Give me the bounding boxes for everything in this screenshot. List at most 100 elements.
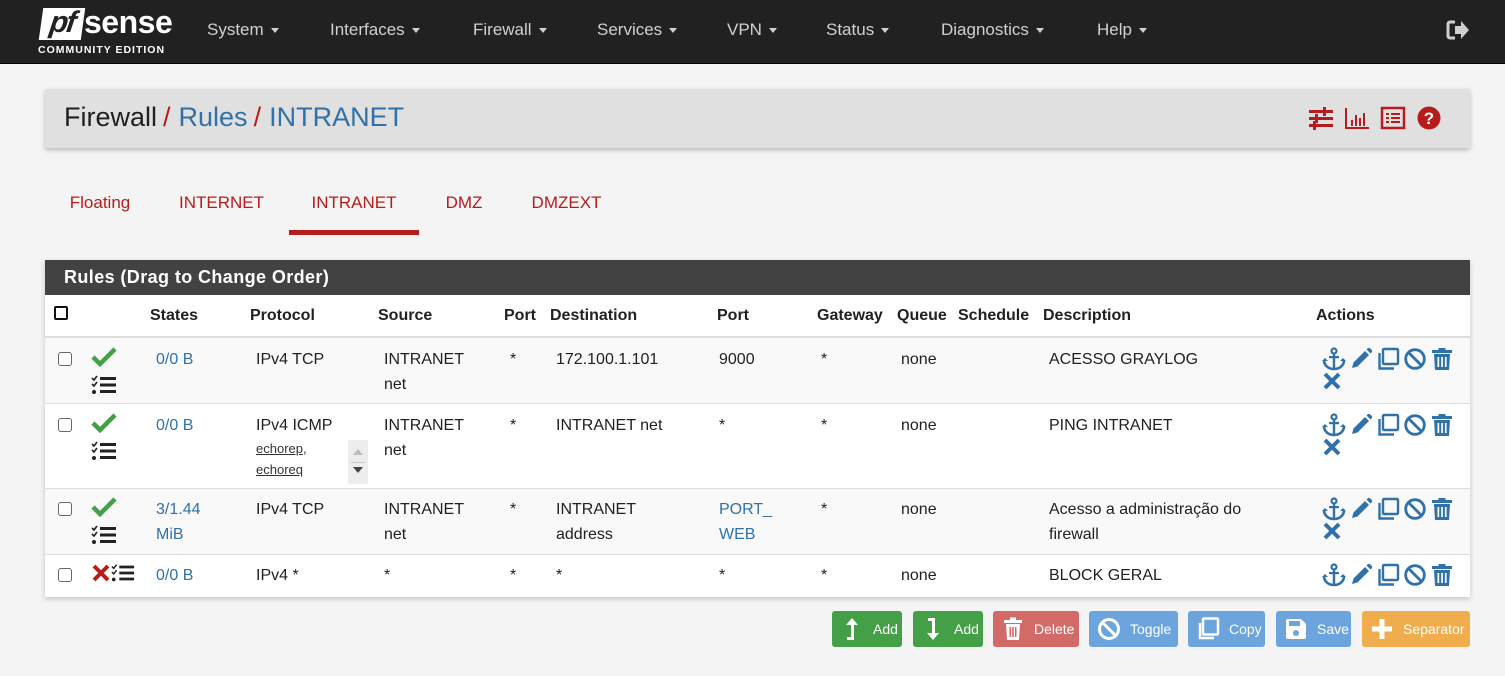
table-row[interactable]: 3/1.44 MiB IPv4 TCP INTRANET net * INTRANE…: [45, 488, 1470, 555]
ban-icon: [1094, 617, 1124, 641]
row-checkbox[interactable]: [58, 418, 72, 432]
nav-label: Interfaces: [330, 20, 405, 39]
states-link[interactable]: 3/1.44 MiB: [156, 497, 250, 547]
header-dest-port: Port: [713, 295, 815, 338]
source-line: net: [384, 442, 407, 459]
select-all-checkbox[interactable]: [54, 306, 68, 320]
sliders-icon[interactable]: [1308, 105, 1334, 131]
list-alt-icon[interactable]: [1380, 105, 1406, 131]
dest-port-alias-link[interactable]: PORT_ WEB: [719, 497, 815, 547]
anchor-icon[interactable]: [1322, 413, 1347, 437]
table-row[interactable]: 0/0 B IPv4 * * * * * * none BLOCK GERAL: [45, 554, 1470, 597]
times-icon[interactable]: [1322, 521, 1343, 541]
copy-icon[interactable]: [1376, 413, 1401, 437]
icmp-scrollbar[interactable]: [348, 440, 368, 484]
row-checkbox[interactable]: [58, 352, 72, 366]
tab-floating[interactable]: Floating: [50, 185, 150, 235]
tasks-icon[interactable]: [91, 525, 117, 545]
check-icon[interactable]: [91, 497, 117, 518]
tab-intranet[interactable]: INTRANET: [289, 185, 419, 235]
ban-icon[interactable]: [1403, 497, 1428, 521]
sign-out-icon[interactable]: [1446, 19, 1470, 41]
source-port-cell: *: [504, 488, 550, 555]
table-row[interactable]: 0/0 B IPv4 TCP INTRANET net * 172.100.1.1…: [45, 337, 1470, 404]
rules-panel: Rules (Drag to Change Order) States Prot…: [45, 260, 1470, 597]
anchor-icon[interactable]: [1322, 563, 1347, 587]
breadcrumb-panel: Firewall / Rules / INTRANET ?: [45, 89, 1470, 148]
tab-internet[interactable]: INTERNET: [170, 185, 273, 235]
level-down-icon: [918, 617, 948, 641]
pfsense-logo[interactable]: pf sense COMMUNITY EDITION: [38, 4, 173, 58]
caret-down-icon: [1138, 28, 1147, 34]
check-icon[interactable]: [91, 413, 117, 434]
anchor-icon[interactable]: [1322, 347, 1347, 371]
nav-menu-firewall[interactable]: Firewall: [473, 20, 547, 40]
caret-down-icon: [270, 28, 279, 34]
copy-icon[interactable]: [1376, 347, 1401, 371]
trash-icon[interactable]: [1430, 347, 1455, 371]
nav-label: Firewall: [473, 20, 532, 39]
copy-button[interactable]: Copy: [1188, 611, 1265, 647]
trash-icon[interactable]: [1430, 497, 1455, 521]
nav-menu-system[interactable]: System: [207, 20, 279, 40]
states-link[interactable]: 0/0 B: [156, 567, 193, 584]
trash-icon[interactable]: [1430, 413, 1455, 437]
row-checkbox[interactable]: [58, 502, 72, 516]
pencil-icon[interactable]: [1349, 347, 1374, 371]
breadcrumb-rules[interactable]: Rules: [179, 102, 248, 132]
times-icon[interactable]: [1322, 437, 1343, 457]
check-icon[interactable]: [91, 347, 117, 368]
states-link[interactable]: 0/0 B: [156, 351, 193, 368]
question-circle-icon[interactable]: ?: [1416, 105, 1442, 131]
nav-menu-services[interactable]: Services: [597, 20, 678, 40]
save-button[interactable]: Save: [1276, 611, 1351, 647]
copy-icon[interactable]: [1376, 497, 1401, 521]
source-cell: INTRANET net: [378, 488, 504, 555]
description-cell: BLOCK GERAL: [1043, 554, 1316, 597]
nav-menu-interfaces[interactable]: Interfaces: [330, 20, 420, 40]
trash-icon: [998, 617, 1028, 641]
nav-menu-diagnostics[interactable]: Diagnostics: [941, 20, 1044, 40]
copy-icon[interactable]: [1376, 563, 1401, 587]
tab-dmz[interactable]: DMZ: [434, 185, 494, 235]
add-top-button[interactable]: Add: [832, 611, 902, 647]
nav-menu-status[interactable]: Status: [826, 20, 890, 40]
destination-cell: 172.100.1.101: [550, 337, 713, 404]
header-states: States: [150, 295, 250, 338]
add-separator-button[interactable]: Separator: [1362, 611, 1470, 647]
toggle-button[interactable]: Toggle: [1089, 611, 1178, 647]
states-line: 3/1.44: [156, 501, 201, 518]
breadcrumb-intranet[interactable]: INTRANET: [269, 102, 404, 132]
table-row[interactable]: 0/0 B IPv4 ICMP echorep, echoreq INTRANE…: [45, 403, 1470, 489]
bar-chart-icon[interactable]: [1344, 105, 1370, 131]
times-icon[interactable]: [91, 563, 111, 583]
pencil-icon[interactable]: [1349, 563, 1374, 587]
breadcrumb-separator: /: [253, 102, 262, 132]
add-bottom-button[interactable]: Add: [913, 611, 983, 647]
gateway-cell: *: [815, 554, 895, 597]
times-icon[interactable]: [1322, 371, 1343, 391]
nav-menu-vpn[interactable]: VPN: [727, 20, 777, 40]
ban-icon[interactable]: [1403, 413, 1428, 437]
nav-menu-help[interactable]: Help: [1097, 20, 1147, 40]
source-port-cell: *: [504, 554, 550, 597]
header-source: Source: [378, 295, 504, 338]
anchor-icon[interactable]: [1322, 497, 1347, 521]
delete-button[interactable]: Delete: [993, 611, 1079, 647]
header-queue: Queue: [895, 295, 958, 338]
states-link[interactable]: 0/0 B: [156, 417, 193, 434]
nav-label: Services: [597, 20, 663, 39]
row-checkbox[interactable]: [58, 568, 72, 582]
tasks-icon[interactable]: [91, 375, 117, 395]
caret-down-icon: [538, 28, 547, 34]
tasks-icon[interactable]: [111, 563, 135, 583]
tab-dmzext[interactable]: DMZEXT: [523, 185, 610, 235]
tasks-icon[interactable]: [91, 441, 117, 461]
button-label: Copy: [1229, 621, 1262, 637]
trash-icon[interactable]: [1430, 563, 1455, 587]
pencil-icon[interactable]: [1349, 413, 1374, 437]
plus-icon: [1367, 618, 1397, 640]
pencil-icon[interactable]: [1349, 497, 1374, 521]
ban-icon[interactable]: [1403, 347, 1428, 371]
ban-icon[interactable]: [1403, 563, 1428, 587]
